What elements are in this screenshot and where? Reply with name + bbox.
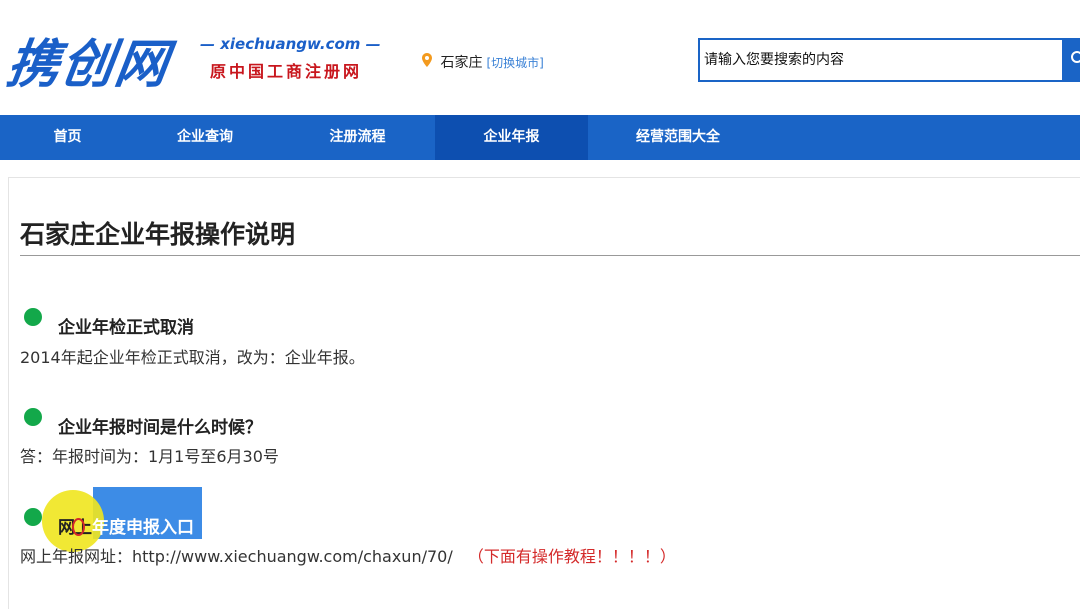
city-selector: 石家庄 [切换城市]	[422, 52, 544, 72]
nav-registration-process[interactable]: 注册流程	[285, 115, 430, 160]
title-divider	[20, 255, 1080, 256]
entry-title-rest: 年度申报入口	[92, 518, 194, 538]
logo-domain: — xiechuangw.com —	[200, 35, 381, 53]
nav-business-scope[interactable]: 经营范围大全	[598, 115, 758, 160]
nav-annual-report[interactable]: 企业年报	[435, 115, 588, 160]
tutorial-note: （下面有操作教程！！！！）	[467, 547, 676, 566]
section-body: 网上年报网址：http://www.xiechuangw.com/chaxun/…	[20, 543, 676, 567]
section-title: 企业年检正式取消	[58, 318, 194, 338]
logo-subtitle: 原中国工商注册网	[210, 62, 363, 81]
current-city: 石家庄	[440, 55, 483, 71]
report-url-text[interactable]: 网上年报网址：http://www.xiechuangw.com/chaxun/…	[20, 547, 453, 566]
main-nav: 首页 企业查询 注册流程 企业年报 经营范围大全	[0, 115, 1080, 160]
search-button[interactable]	[1062, 38, 1080, 82]
nav-company-query[interactable]: 企业查询	[135, 115, 275, 160]
site-header: 携创网 — xiechuangw.com — 原中国工商注册网 石家庄 [切换城市…	[0, 0, 1080, 115]
nav-home[interactable]: 首页	[0, 115, 135, 160]
section-body: 2014年起企业年检正式取消，改为：企业年报。	[20, 348, 365, 367]
section-body: 答：年报时间为：1月1号至6月30号	[20, 447, 279, 466]
search-icon	[1071, 51, 1080, 63]
bullet-icon	[24, 408, 42, 426]
site-logo[interactable]: 携创网	[3, 22, 176, 97]
search-box	[698, 38, 1080, 82]
location-pin-icon	[422, 53, 436, 71]
section-title: 企业年报时间是什么时候？	[58, 418, 262, 438]
mouse-cursor-icon	[72, 518, 85, 536]
switch-city-link[interactable]: [切换城市]	[486, 56, 543, 70]
search-input[interactable]	[700, 40, 1068, 80]
bullet-icon	[24, 308, 42, 326]
bullet-icon	[24, 508, 42, 526]
page-title: 石家庄企业年报操作说明	[20, 220, 296, 249]
